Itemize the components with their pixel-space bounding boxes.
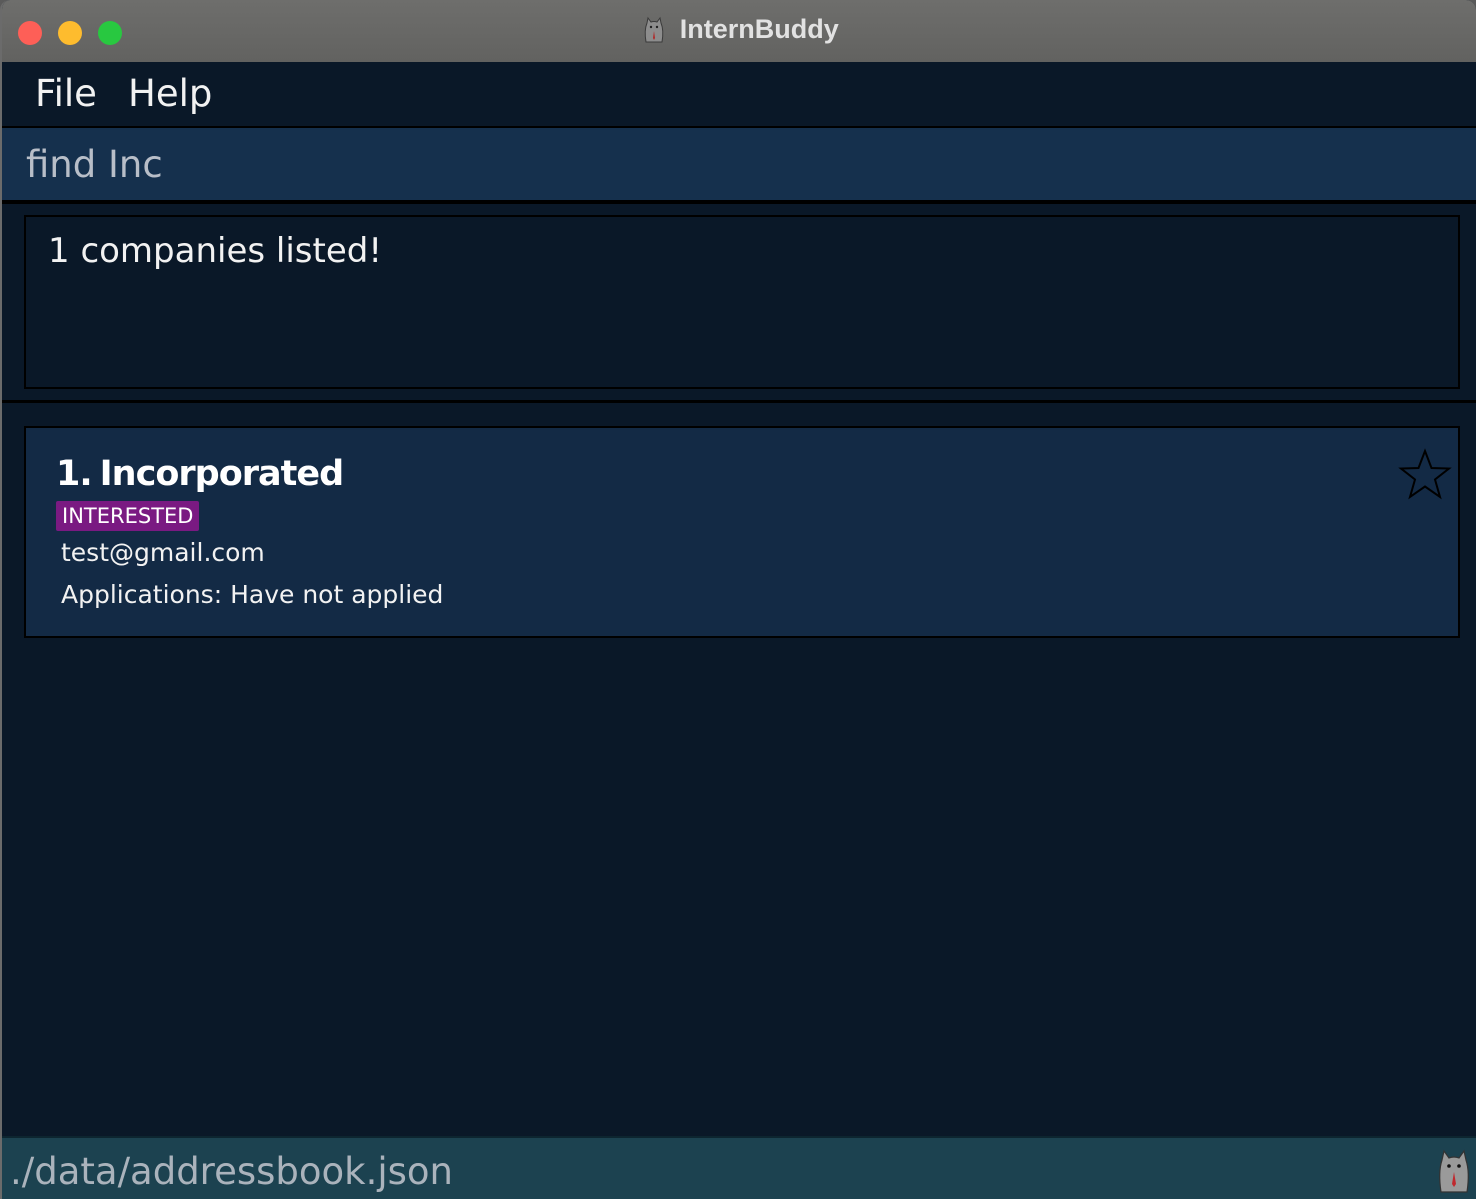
menu-help[interactable]: Help [128,72,212,116]
result-message: 1 companies listed! [48,231,382,271]
cat-mascot-icon [644,16,664,42]
company-applications: Applications: Have not applied [61,580,444,609]
star-outline-icon[interactable] [1398,448,1452,502]
company-list-panel[interactable]: 1. Incorporated INTERESTED test@gmail.com… [2,403,1476,1136]
app-window: InternBuddy File Help 1 companies listed… [0,0,1476,1199]
result-display: 1 companies listed! [24,215,1460,389]
company-index: 1. [56,454,93,494]
status-bar: ./data/addressbook.json [2,1136,1476,1199]
company-card[interactable]: 1. Incorporated INTERESTED test@gmail.com… [24,426,1460,638]
result-display-panel: 1 companies listed! [2,204,1476,403]
title-bar[interactable]: InternBuddy [2,0,1476,63]
cat-mascot-icon [1439,1149,1469,1193]
command-box [2,128,1476,204]
window-title: InternBuddy [679,14,839,44]
menu-bar: File Help [2,62,1476,128]
command-input[interactable] [26,142,1446,186]
status-badge: INTERESTED [56,501,200,531]
company-title: 1. Incorporated [56,454,344,494]
window-title-group: InternBuddy [2,14,1476,50]
company-name: Incorporated [99,454,344,494]
data-file-path: ./data/addressbook.json [10,1150,453,1193]
company-email: test@gmail.com [61,538,265,567]
menu-file[interactable]: File [35,72,97,116]
